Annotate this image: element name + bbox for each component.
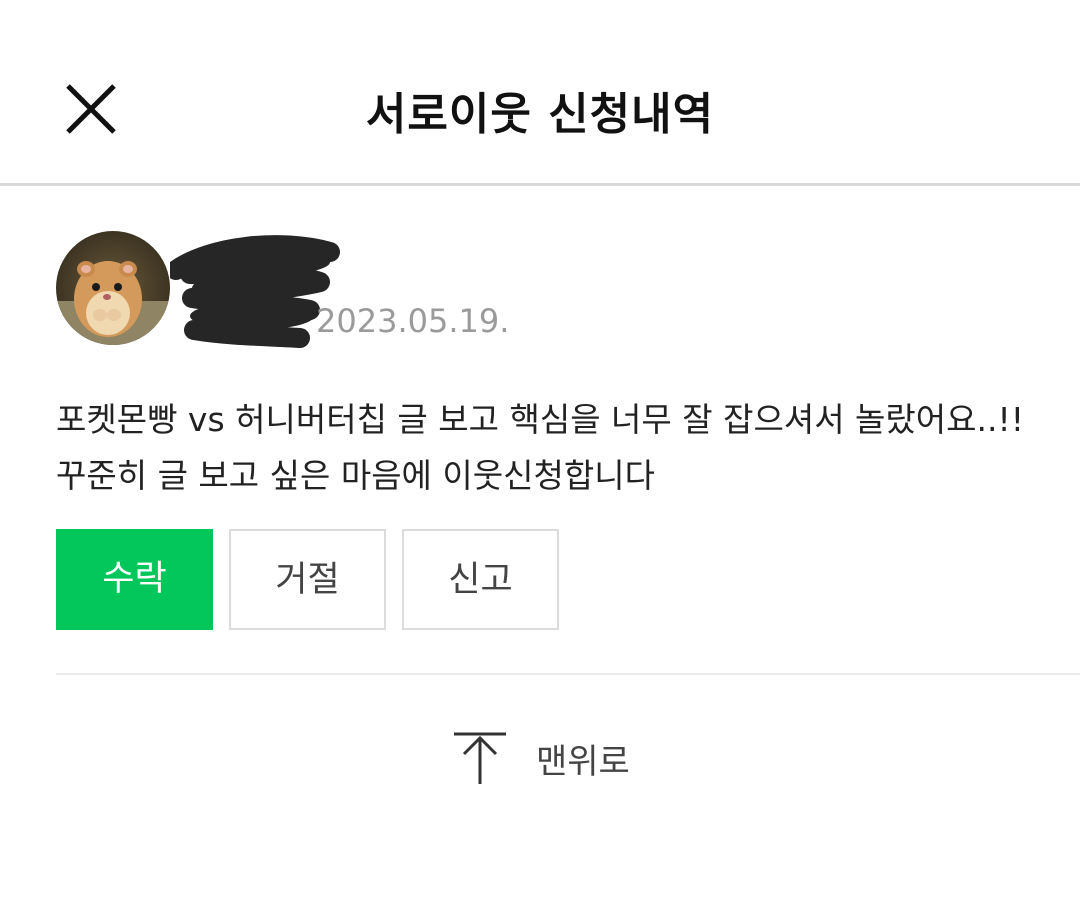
arrow-up-icon bbox=[454, 732, 506, 784]
scroll-to-top-label: 맨위로 bbox=[536, 742, 630, 782]
avatar[interactable] bbox=[56, 231, 170, 345]
report-button[interactable]: 신고 bbox=[402, 529, 559, 630]
request-message: 포켓몬빵 vs 허니버터칩 글 보고 핵심을 너무 잘 잡으셔서 놀랐어요..!… bbox=[56, 400, 1024, 495]
accept-button[interactable]: 수락 bbox=[56, 529, 213, 630]
reject-button[interactable]: 거절 bbox=[229, 529, 386, 630]
scroll-to-top-button[interactable]: 맨위로 bbox=[452, 730, 652, 790]
hamster-avatar bbox=[56, 231, 170, 345]
divider bbox=[56, 673, 1080, 675]
request-date: 2023.05.19. bbox=[316, 302, 510, 340]
page-title: 서로이웃 신청내역 bbox=[365, 89, 715, 140]
redacted-username bbox=[166, 232, 340, 352]
header: 서로이웃 신청내역 bbox=[0, 0, 1080, 186]
